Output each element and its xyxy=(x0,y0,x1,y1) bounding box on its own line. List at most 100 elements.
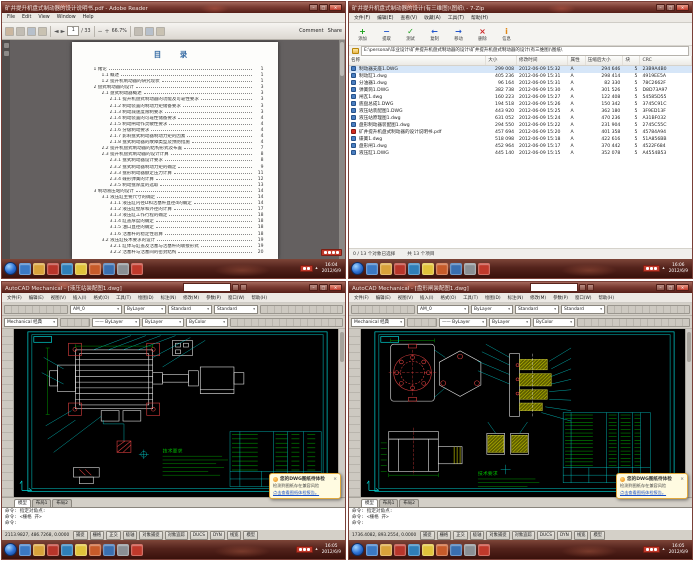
layer-combo[interactable]: AM_0▾ xyxy=(70,305,122,314)
zip-tool-button[interactable]: → 移动 xyxy=(450,27,467,42)
balloon-link[interactable]: 点击查看图纸体检报告。 xyxy=(273,490,337,496)
pdf-tool-icon[interactable] xyxy=(16,27,25,36)
cad-titlebar[interactable]: AutoCAD Mechanical - [液压站装配图1.dwg] – □ × xyxy=(2,282,345,293)
layer-tools-strip[interactable] xyxy=(407,318,437,327)
cad-menu-item[interactable]: 窗口(W) xyxy=(572,295,595,301)
workspace-combo[interactable]: Mechanical 经典▾ xyxy=(4,318,58,327)
comment-button[interactable]: Comment xyxy=(299,28,324,34)
file-row[interactable]: 底盘总成1.DWG 194 518 2012-06-09 15:26 A 150… xyxy=(349,101,692,108)
start-button[interactable] xyxy=(351,262,364,275)
cad-menu-item[interactable]: 工具(T) xyxy=(113,295,134,301)
cad-menu-item[interactable]: 修改(M) xyxy=(527,295,549,301)
status-toggle-button[interactable]: 模型 xyxy=(590,531,605,540)
status-toggle-button[interactable]: DUCS xyxy=(537,531,555,540)
taskbar-app-icon[interactable] xyxy=(131,263,143,275)
layout-tab[interactable]: 模型 xyxy=(14,499,31,507)
cad-menu-item[interactable]: 参数(P) xyxy=(550,295,571,301)
pdf-scrollbar[interactable] xyxy=(339,40,345,259)
pdf-view-icon[interactable] xyxy=(145,27,154,36)
start-button[interactable] xyxy=(351,543,364,556)
thumbnails-icon[interactable] xyxy=(4,43,9,48)
start-button[interactable] xyxy=(4,543,17,556)
taskbar-app-icon[interactable] xyxy=(19,544,31,556)
taskbar-app-icon[interactable] xyxy=(103,544,115,556)
cad-menu-item[interactable]: 文件(F) xyxy=(4,295,25,301)
cad-menu-item[interactable]: 参数(P) xyxy=(203,295,224,301)
zip-menu-item[interactable]: 文件(F) xyxy=(351,14,373,21)
taskbar-app-icon[interactable] xyxy=(394,263,406,275)
file-row[interactable]: 碟簧1.dwg 518 098 2012-06-09 15:18 A 422 6… xyxy=(349,136,692,143)
cad-menu-item[interactable]: 工具(T) xyxy=(460,295,481,301)
tray-expand-icon[interactable]: ▴ xyxy=(662,266,664,271)
status-toggle-button[interactable]: 线宽 xyxy=(574,531,589,540)
scrollbar-thumb[interactable] xyxy=(340,42,344,76)
status-toggle-button[interactable]: DUCS xyxy=(190,531,208,540)
taskbar-app-icon[interactable] xyxy=(33,263,45,275)
taskbar-app-icon[interactable] xyxy=(47,263,59,275)
column-header[interactable]: 属性 xyxy=(568,56,585,65)
minimize-button[interactable]: – xyxy=(309,4,318,11)
status-toggle-button[interactable]: 捕捉 xyxy=(420,531,435,540)
close-button[interactable]: × xyxy=(329,284,342,291)
tray-clock[interactable]: 16:05 2012/6/9 xyxy=(667,544,690,554)
file-row[interactable]: 弹簧筒1.DWG 382 738 2012-06-09 15:30 A 301 … xyxy=(349,87,692,94)
status-toggle-button[interactable]: 极轴 xyxy=(470,531,485,540)
notification-balloon[interactable]: 您的DWG图纸待体检 × 检测到图纸存在兼容风险 点击查看图纸体检报告。 xyxy=(269,473,341,499)
pdf-tool-icon[interactable] xyxy=(27,27,36,36)
status-toggle-button[interactable]: 捕捉 xyxy=(73,531,88,540)
column-header[interactable]: 块 xyxy=(623,56,640,65)
prev-page-icon[interactable]: ◄ xyxy=(54,28,59,35)
maximize-button[interactable]: □ xyxy=(666,4,675,11)
lineweight-combo[interactable]: ByLayer▾ xyxy=(142,318,184,327)
scrollbar-thumb[interactable] xyxy=(340,332,344,362)
taskbar-app-icon[interactable] xyxy=(89,544,101,556)
plotstyle-combo[interactable]: ByColor▾ xyxy=(533,318,575,327)
cad-menu-item[interactable]: 编辑(E) xyxy=(26,295,47,301)
taskbar-app-icon[interactable] xyxy=(117,263,129,275)
status-toggle-button[interactable]: 对象追踪 xyxy=(512,531,535,540)
ime-bar[interactable] xyxy=(296,546,313,553)
status-toggle-button[interactable]: 对象捕捉 xyxy=(139,531,162,540)
zip-menu-item[interactable]: 工具(T) xyxy=(445,14,467,21)
maximize-button[interactable]: □ xyxy=(666,284,675,291)
tray-clock[interactable]: 16:06 2012/6/9 xyxy=(667,263,690,273)
pdf-menu-item[interactable]: View xyxy=(35,15,52,20)
taskbar-app-icon[interactable] xyxy=(33,544,45,556)
taskbar-app-icon[interactable] xyxy=(89,263,101,275)
layout-tab[interactable]: 布局1 xyxy=(32,499,52,507)
plotstyle-combo[interactable]: ByColor▾ xyxy=(186,318,228,327)
next-page-icon[interactable]: ► xyxy=(61,28,66,35)
column-header[interactable]: 大小 xyxy=(486,56,517,65)
pdf-menu-item[interactable]: File xyxy=(4,15,18,20)
pdf-view-icon[interactable] xyxy=(156,27,165,36)
status-toggle-button[interactable]: 对象追踪 xyxy=(165,531,188,540)
pdf-tool-icon[interactable] xyxy=(38,27,47,36)
start-button[interactable] xyxy=(4,262,17,275)
cad-menu-item[interactable]: 插入(I) xyxy=(417,295,437,301)
taskbar-app-icon[interactable] xyxy=(464,544,476,556)
maximize-button[interactable]: □ xyxy=(319,284,328,291)
pdf-titlebar[interactable]: 矿井提升机盘式制动器的设计说明书.pdf - Adobe Reader – □ … xyxy=(2,2,345,13)
column-header[interactable]: 压缩后大小 xyxy=(586,56,624,65)
star-icon[interactable] xyxy=(587,284,594,291)
infocenter-search-input[interactable] xyxy=(183,283,231,292)
taskbar-app-icon[interactable] xyxy=(478,263,490,275)
search-icon[interactable] xyxy=(579,284,586,291)
status-toggle-button[interactable]: 正交 xyxy=(453,531,468,540)
zip-tool-button[interactable]: ✓ 测试 xyxy=(402,27,419,42)
file-row[interactable]: 分油器1.dwg 96 164 2012-06-09 15:31 A 82 33… xyxy=(349,80,692,87)
style-combo[interactable]: Standard▾ xyxy=(515,305,559,314)
cad-menu-item[interactable]: 文件(F) xyxy=(351,295,372,301)
close-button[interactable]: × xyxy=(676,284,689,291)
cad-menu-item[interactable]: 修改(M) xyxy=(180,295,202,301)
layer-tools-strip[interactable] xyxy=(60,318,90,327)
minimize-button[interactable]: – xyxy=(309,284,318,291)
canvas-scrollbar[interactable] xyxy=(338,329,345,497)
tray-expand-icon[interactable]: ▴ xyxy=(662,547,664,552)
tray-clock[interactable]: 16:05 2012/6/9 xyxy=(320,544,343,554)
status-toggle-button[interactable]: 正交 xyxy=(106,531,121,540)
status-toggle-button[interactable]: 线宽 xyxy=(227,531,242,540)
modify-toolbar-strip[interactable] xyxy=(607,305,690,314)
color-combo[interactable]: ByLayer▾ xyxy=(471,305,513,314)
minimize-button[interactable]: – xyxy=(656,284,665,291)
